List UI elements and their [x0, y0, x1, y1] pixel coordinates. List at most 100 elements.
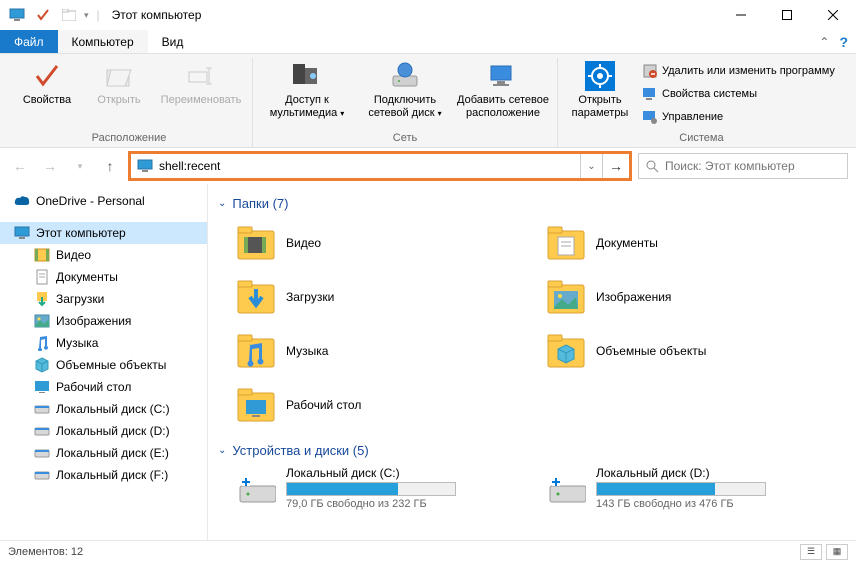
folder-documents-label: Документы	[596, 236, 658, 250]
chevron-down-icon: ⌄	[218, 198, 226, 209]
forward-button: →	[38, 154, 62, 178]
tree-videos-label: Видео	[56, 248, 91, 262]
desktop-icon	[34, 379, 50, 395]
back-button[interactable]: ←	[8, 154, 32, 178]
tree-videos[interactable]: Видео	[0, 244, 207, 266]
folder-desktop[interactable]: Рабочий стол	[236, 381, 536, 429]
tree-disk-c[interactable]: Локальный диск (C:)	[0, 398, 207, 420]
tree-downloads-label: Загрузки	[56, 292, 104, 306]
add-network-location-button[interactable]: Добавить сетевое расположение	[455, 58, 551, 131]
drive-icon	[34, 423, 50, 439]
folder-documents-icon	[546, 223, 586, 263]
drive-name: Локальный диск (C:)	[286, 466, 456, 480]
system-properties-button[interactable]: Свойства системы	[642, 83, 835, 105]
folder-downloads-icon	[236, 277, 276, 317]
netdrive-label: Подключить сетевой диск ▾	[359, 94, 451, 119]
close-button[interactable]	[810, 0, 856, 30]
cube-icon	[34, 357, 50, 373]
ribbon-collapse-icon[interactable]: ⌃	[819, 35, 829, 49]
uninstall-label: Удалить или изменить программу	[662, 65, 835, 77]
drive-usage-bar	[286, 482, 456, 496]
tab-file[interactable]: Файл	[0, 30, 58, 53]
folders-header-label: Папки (7)	[232, 196, 288, 211]
drive-icon	[546, 468, 586, 508]
manage-label: Управление	[662, 111, 723, 123]
status-item-count: Элементов: 12	[8, 546, 83, 558]
icons-view-button[interactable]: ▦	[826, 544, 848, 560]
group-system-label: Система	[679, 131, 723, 147]
recent-dropdown[interactable]: ▾	[68, 154, 92, 178]
search-box[interactable]	[638, 153, 848, 179]
properties-button[interactable]: Свойства	[12, 58, 82, 131]
folder-3dobjects[interactable]: Объемные объекты	[546, 327, 846, 375]
folder-pictures[interactable]: Изображения	[546, 273, 846, 321]
uninstall-program-button[interactable]: Удалить или изменить программу	[642, 60, 835, 82]
folder-music-label: Музыка	[286, 344, 328, 358]
nav-tree[interactable]: OneDrive - Personal Этот компьютер Видео…	[0, 184, 208, 540]
folder-3dobjects-label: Объемные объекты	[596, 344, 706, 358]
folder-desktop-icon	[236, 385, 276, 425]
folder-downloads[interactable]: Загрузки	[236, 273, 536, 321]
folder-videos[interactable]: Видео	[236, 219, 536, 267]
drive-item[interactable]: Локальный диск (D:) 143 ГБ свободно из 4…	[546, 466, 846, 510]
folder-music[interactable]: Музыка	[236, 327, 536, 375]
tree-disk-e[interactable]: Локальный диск (E:)	[0, 442, 207, 464]
pc-icon	[14, 225, 30, 241]
tree-thispc[interactable]: Этот компьютер	[0, 222, 207, 244]
network-drive-icon	[389, 60, 421, 92]
folder-qat-icon[interactable]	[58, 4, 80, 26]
drive-icon	[34, 401, 50, 417]
manage-button[interactable]: Управление	[642, 106, 835, 128]
tree-documents[interactable]: Документы	[0, 266, 207, 288]
tree-diske-label: Локальный диск (E:)	[56, 446, 169, 460]
address-input[interactable]	[159, 159, 574, 173]
tab-computer[interactable]: Компьютер	[58, 30, 148, 53]
drive-item[interactable]: Локальный диск (C:) 79,0 ГБ свободно из …	[236, 466, 536, 510]
open-button: Открыть	[84, 58, 154, 131]
status-bar: Элементов: 12 ☰ ▦	[0, 540, 856, 562]
tree-disk-f[interactable]: Локальный диск (F:)	[0, 464, 207, 486]
drive-name: Локальный диск (D:)	[596, 466, 766, 480]
drives-group-header[interactable]: ⌄ Устройства и диски (5)	[218, 443, 846, 458]
folder-pictures-icon	[546, 277, 586, 317]
maximize-button[interactable]	[764, 0, 810, 30]
tab-view[interactable]: Вид	[148, 30, 198, 53]
details-view-button[interactable]: ☰	[800, 544, 822, 560]
open-settings-button[interactable]: Открыть параметры	[564, 58, 636, 131]
media-label: Доступ к мультимедиа ▾	[261, 94, 353, 119]
tree-disk-d[interactable]: Локальный диск (D:)	[0, 420, 207, 442]
drive-free-text: 143 ГБ свободно из 476 ГБ	[596, 498, 766, 510]
rename-icon	[185, 60, 217, 92]
add-network-icon	[487, 60, 519, 92]
map-network-drive-button[interactable]: Подключить сетевой диск ▾	[357, 58, 453, 131]
tree-diskd-label: Локальный диск (D:)	[56, 424, 170, 438]
tree-onedrive-label: OneDrive - Personal	[36, 194, 145, 208]
tree-downloads[interactable]: Загрузки	[0, 288, 207, 310]
media-access-button[interactable]: Доступ к мультимедиа ▾	[259, 58, 355, 131]
tree-music[interactable]: Музыка	[0, 332, 207, 354]
drive-free-text: 79,0 ГБ свободно из 232 ГБ	[286, 498, 456, 510]
tree-onedrive[interactable]: OneDrive - Personal	[0, 190, 207, 212]
address-bar[interactable]: ⌄ →	[128, 151, 632, 181]
properties-qat-icon[interactable]	[32, 4, 54, 26]
folders-group-header[interactable]: ⌄ Папки (7)	[218, 196, 846, 211]
drive-icon	[236, 468, 276, 508]
up-button[interactable]: ↑	[98, 154, 122, 178]
tree-desktop[interactable]: Рабочий стол	[0, 376, 207, 398]
address-go-button[interactable]: →	[603, 154, 629, 178]
sysprops-label: Свойства системы	[662, 88, 757, 100]
minimize-button[interactable]	[718, 0, 764, 30]
search-input[interactable]	[665, 159, 841, 173]
pictures-icon	[34, 313, 50, 329]
help-icon[interactable]: ?	[839, 34, 848, 50]
tree-pictures[interactable]: Изображения	[0, 310, 207, 332]
folder-documents[interactable]: Документы	[546, 219, 846, 267]
gear-icon	[584, 60, 616, 92]
address-dropdown[interactable]: ⌄	[581, 154, 603, 178]
tree-music-label: Музыка	[56, 336, 98, 350]
tree-desktop-label: Рабочий стол	[56, 380, 131, 394]
ribbon-group-location: Свойства Открыть Переименовать Расположе…	[6, 58, 253, 147]
pc-icon	[6, 4, 28, 26]
tree-3dobjects[interactable]: Объемные объекты	[0, 354, 207, 376]
drive-icon	[34, 445, 50, 461]
